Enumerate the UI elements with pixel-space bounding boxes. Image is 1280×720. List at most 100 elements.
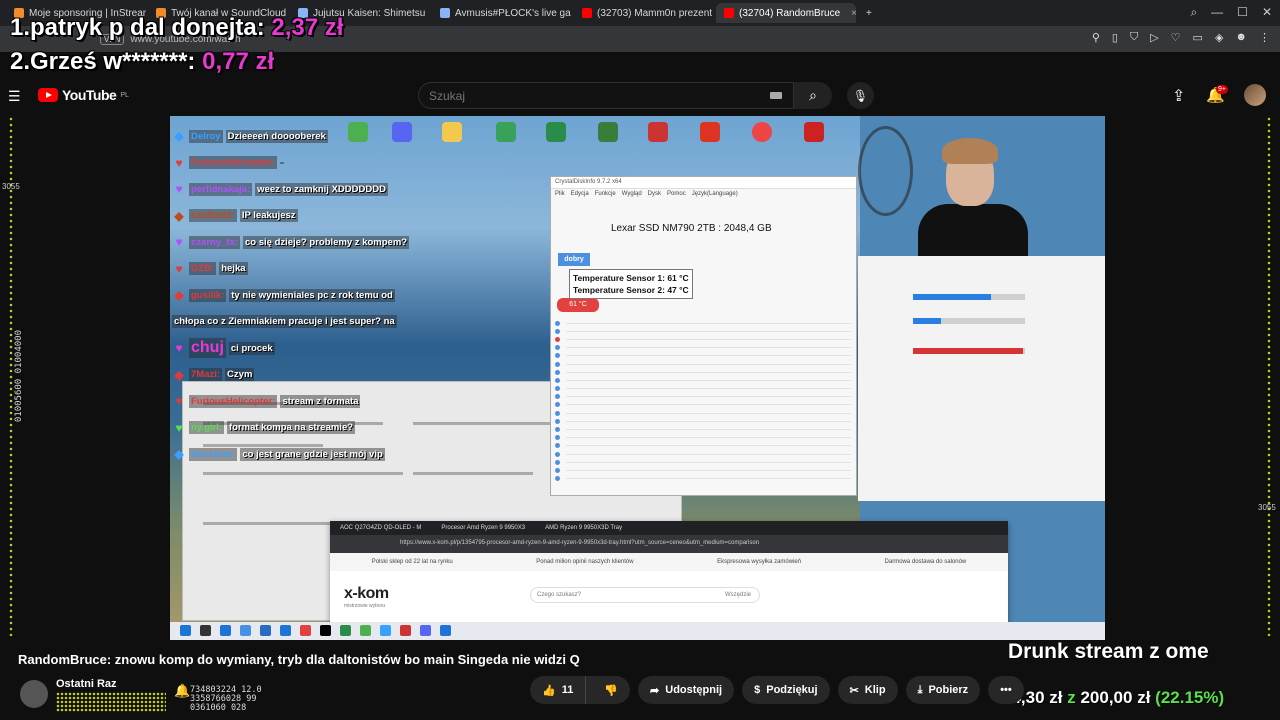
chat-message: ◆ Docctore: co jest grane gdzie jest mój v… <box>172 446 552 462</box>
chat-badge-icon: ♥ <box>175 420 183 435</box>
video-player[interactable]: CrystalDiskInfo 9.7.2 x64 Plik Edycja Funk… <box>170 116 1105 640</box>
cdi-attribute-row <box>555 376 851 384</box>
cdi-attribute-row <box>555 466 851 474</box>
download-button[interactable]: ⤓ Pobierz <box>905 676 981 704</box>
browser-tab[interactable]: (32703) Mamm0n prezent <box>574 3 714 23</box>
cdi-attributes <box>555 319 851 483</box>
search-icon: ⌕ <box>809 87 817 103</box>
app-icon <box>700 122 720 142</box>
hamburger-menu-icon[interactable]: ☰ <box>8 88 22 104</box>
maximize-icon[interactable]: ☐ <box>1237 5 1248 20</box>
thanks-button[interactable]: $ Podziękuj <box>742 676 830 704</box>
search-button[interactable]: ⌕ <box>794 82 832 109</box>
tab-label: Avmusis#PŁOCK's live ga <box>455 7 571 19</box>
share-button[interactable]: ➦ Udostępnij <box>638 676 735 704</box>
cdi-attribute-row <box>555 327 851 335</box>
minimize-icon[interactable]: — <box>1211 5 1223 20</box>
chat-text: weez to zamknij XDDDDDDD <box>255 182 388 196</box>
cdi-attribute-row <box>555 401 851 409</box>
xkom-search: Czego szukasz? Wszędzie <box>530 587 760 603</box>
chat-text: co jest grane gdzie jest mój vip <box>240 447 385 461</box>
heart-icon[interactable]: ♡ <box>1171 31 1181 44</box>
left-side-counter: 01005600 01004000 <box>14 330 24 423</box>
search-tabs-icon[interactable]: ⌕ <box>1190 5 1197 20</box>
cdi-menu: Plik Edycja Funkcje Wygląd Dysk Pomoc Język(La… <box>551 189 856 199</box>
search-input[interactable] <box>429 89 749 103</box>
cdi-attribute-row <box>555 434 851 442</box>
chat-text: chłopa co z Ziemniakiem pracuje i jest s… <box>172 315 397 328</box>
close-icon[interactable]: ✕ <box>1262 5 1272 20</box>
cdi-attribute-row <box>555 425 851 433</box>
xkom-tab: AOC Q27G4ZD QD-OLED - M <box>340 525 422 531</box>
chat-text <box>280 161 285 164</box>
chat-text: format kompa na streamie? <box>226 421 356 434</box>
cube-icon[interactable]: ◈ <box>1215 31 1223 44</box>
search-field[interactable] <box>418 82 794 109</box>
cdi-menu-item: Dysk <box>647 191 662 197</box>
taskbar-app-icon <box>380 625 391 636</box>
taskbar-app-icon <box>400 625 411 636</box>
close-tab-icon[interactable]: × <box>851 8 856 19</box>
chat-username: chuj <box>189 338 226 358</box>
youtube-play-icon <box>38 88 58 102</box>
chat-badge-icon: ◆ <box>174 367 184 382</box>
cdi-menu-item: Pomoc <box>667 191 686 197</box>
taskbar-app-icon <box>260 625 271 636</box>
upload-icon[interactable]: ⇪ <box>1172 86 1185 106</box>
browser-tab[interactable]: Avmusis#PŁOCK's live ga <box>432 3 572 23</box>
xkom-browser-window: AOC Q27G4ZD QD-OLED - M Procesor Amd Ryze… <box>330 521 1008 626</box>
chat-message: ♥ FuriousHelicopter: stream z formata <box>172 393 552 409</box>
profile-icon[interactable]: ☻ <box>1235 31 1247 44</box>
donation-amount: 2,37 zł <box>271 14 344 41</box>
crystaldiskinfo-window: CrystalDiskInfo 9.7.2 x64 Plik Edycja Funk… <box>550 176 857 496</box>
channel-avatar[interactable] <box>20 680 48 708</box>
shield-icon[interactable]: ⛉ <box>1130 31 1138 44</box>
play-icon[interactable]: ▷ <box>1150 31 1158 44</box>
cdi-attribute-row <box>555 458 851 466</box>
xkom-logo: x-kom mistrzowie wyboru <box>344 585 389 609</box>
chat-badge-icon: ♥ <box>175 341 183 355</box>
new-tab-button[interactable]: + <box>858 3 880 23</box>
cdi-attribute-row <box>555 385 851 393</box>
chat-badge-icon: ♥ <box>175 182 183 196</box>
chat-message: ◆ gusilik: ty nie wymieniales pc z rok tem… <box>172 287 552 303</box>
pin-icon[interactable]: ⚲ <box>1092 31 1100 44</box>
youtube-logo[interactable]: YouTube PL <box>38 87 129 103</box>
chat-username: 7Mazi: <box>189 368 223 381</box>
dislike-button[interactable]: 👎 <box>592 684 630 697</box>
xkom-nav-item: Darmowa dostawa do salonów <box>884 559 967 565</box>
wallet-icon[interactable]: ▭ <box>1193 31 1203 44</box>
donation-rank: 2. <box>10 48 31 75</box>
cdi-attribute-row <box>555 442 851 450</box>
chat-text: ty nie wymieniales pc z rok temu od <box>229 288 395 302</box>
browser-tab[interactable]: (32704) RandomBruce × <box>716 3 856 23</box>
keyboard-icon[interactable] <box>770 92 782 99</box>
chat-badge-icon: ♥ <box>175 394 183 408</box>
more-button[interactable]: ••• <box>988 676 1024 704</box>
like-button[interactable]: 👍 11 <box>530 676 587 704</box>
channel-info[interactable]: Ostatni Raz <box>20 676 166 716</box>
chat-badge-icon: ◆ <box>174 208 184 223</box>
user-avatar[interactable] <box>1244 84 1266 106</box>
chat-username: Docctore: <box>189 447 238 461</box>
webcam-feed <box>858 116 1105 256</box>
tab-label: (32703) Mamm0n prezent <box>597 7 713 19</box>
notification-toggle-icon[interactable]: 🔔 <box>174 683 190 699</box>
thumbs-down-icon: 👎 <box>604 684 619 697</box>
menu-dots-icon[interactable]: ⋮ <box>1259 31 1270 44</box>
channel-name[interactable]: Ostatni Raz <box>56 678 117 690</box>
chat-text: co się dzieje? problemy z kompem? <box>243 235 410 249</box>
clip-button[interactable]: ✂ Klip <box>837 676 898 704</box>
chat-text: Dzieeeeń dooooberek <box>225 129 328 143</box>
clip-label: Klip <box>864 684 886 696</box>
chat-message: ♥ chuj ci procek <box>172 338 552 358</box>
chat-message: ◆ Delroy Dzieeeeń dooooberek <box>172 128 552 144</box>
bookmark-icon[interactable]: ▯ <box>1112 31 1118 44</box>
chat-username: ny.girl: <box>189 421 224 434</box>
xkom-nav-item: Polski sklep od 22 lat na rynku <box>371 559 453 565</box>
chat-badge-icon: ♥ <box>175 261 183 276</box>
cdi-temperature: 61 °C <box>557 298 599 312</box>
goal-percent: (22.15%) <box>1155 688 1225 707</box>
goal-separator: z <box>1067 688 1076 707</box>
voice-search-button[interactable]: 🎙 <box>847 82 874 109</box>
